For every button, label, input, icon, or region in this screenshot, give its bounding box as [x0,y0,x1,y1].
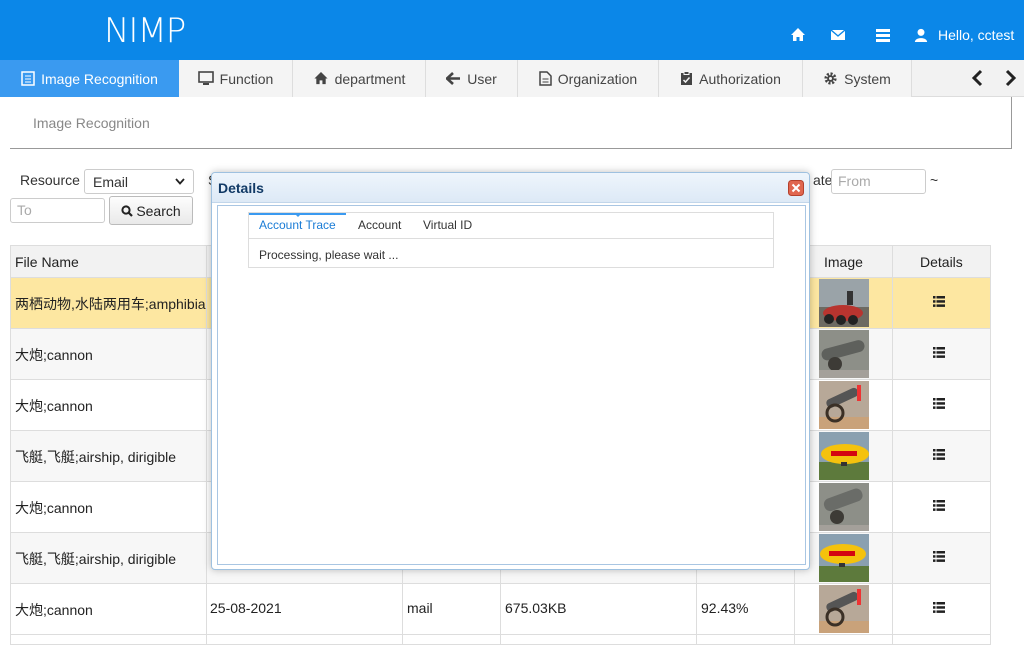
thumbnail-image[interactable] [819,330,869,378]
app-logo: NIMP [104,11,186,51]
file-name-cell: 大炮;cannon [15,602,93,618]
file-name-cell: 飞艇,飞艇;airship, dirigible [15,449,177,465]
arrow-left-icon [446,72,461,85]
tab-image-recognition[interactable]: Image Recognition [0,60,179,97]
search-button[interactable]: Search [109,196,193,225]
dialog-header[interactable]: Details [212,173,809,203]
tab-label: System [844,70,891,87]
file-name-cell: 飞艇,飞艇;airship, dirigible [15,551,177,567]
active-tab-caret [294,213,302,217]
close-icon[interactable] [788,180,804,196]
details-list-icon[interactable] [933,500,945,511]
tab-label: department [334,70,406,87]
resource-label: Resource [20,172,80,188]
greeting-text: Hello, cctest [938,27,1015,43]
file-icon [539,71,552,86]
file-name-cell: 大炮;cannon [15,347,93,363]
date-cell: 25-08-2021 [210,600,282,616]
tab-organization[interactable]: Organization [518,60,659,97]
thumbnail-image[interactable] [819,534,869,582]
details-list-icon[interactable] [933,551,945,562]
column-divider [10,245,11,645]
column-header-details: Details [920,254,963,270]
details-list-icon[interactable] [933,449,945,460]
column-divider [990,245,991,645]
resource-selected-value: Email [93,173,129,190]
mail-icon[interactable] [830,27,846,43]
dialog-title: Details [218,180,264,196]
date-range-separator: ~ [930,172,939,188]
thumbnail-image[interactable] [819,585,869,633]
details-tabs: Account Trace Account Virtual ID [249,213,773,239]
chevron-down-icon [175,178,185,185]
tab-account[interactable]: Account [358,218,401,232]
breadcrumb-container: Image Recognition [10,97,1012,149]
page-right-edge [1012,97,1024,645]
breadcrumb: Image Recognition [33,115,150,131]
tab-label: Authorization [699,70,781,87]
details-list-icon[interactable] [933,602,945,613]
processing-status: Processing, please wait ... [259,248,399,262]
tab-label: Image Recognition [41,70,158,87]
search-icon [121,204,134,217]
tab-label: Organization [557,70,638,87]
column-divider [206,245,207,645]
thumbnail-image[interactable] [819,483,869,531]
search-button-label: Search [136,202,181,219]
size-cell: 675.03KB [505,600,567,616]
thumbnail-image[interactable] [819,432,869,480]
file-name-cell: 两栖动物,水陆两用车;amphibia [15,296,206,312]
tab-label: Function [219,70,274,87]
home-icon[interactable] [790,27,806,43]
thumbnail-image[interactable] [819,279,869,327]
details-list-icon[interactable] [933,296,945,307]
column-header-image: Image [824,254,863,270]
column-header-file-name[interactable]: File Name [15,254,79,270]
date-from-input[interactable]: From [831,169,926,194]
score-cell: 92.43% [701,600,749,616]
user-greeting[interactable]: Hello, cctest [914,27,1014,43]
source-cell: mail [407,600,433,616]
user-icon [914,28,928,42]
resource-select[interactable]: Email [84,169,194,194]
list-icon[interactable] [875,27,891,43]
tab-user[interactable]: User [426,60,518,97]
chevron-left-icon[interactable] [970,69,986,87]
monitor-icon [197,71,214,85]
tab-label: User [467,70,497,87]
details-tab-panel: Account Trace Account Virtual ID Process… [248,212,774,268]
chevron-right-icon[interactable] [1002,69,1018,87]
tab-function[interactable]: Function [179,60,293,97]
details-list-icon[interactable] [933,347,945,358]
tab-department[interactable]: department [293,60,426,97]
clipboard-icon [681,71,693,85]
dialog-body: Account Trace Account Virtual ID Process… [217,205,806,565]
file-name-cell: 大炮;cannon [15,500,93,516]
date-label-partial: ate [813,172,833,188]
tab-authorization[interactable]: Authorization [659,60,803,97]
tab-virtual-id[interactable]: Virtual ID [423,218,472,232]
gear-icon [824,72,837,85]
document-icon [21,71,35,86]
tab-account-trace[interactable]: Account Trace [259,218,336,232]
column-divider [892,245,893,645]
details-list-icon[interactable] [933,398,945,409]
home-icon [314,71,328,85]
date-to-input[interactable]: To [10,198,105,223]
file-name-cell: 大炮;cannon [15,398,93,414]
main-nav: Image Recognition Function department Us… [0,60,1024,97]
thumbnail-image[interactable] [819,381,869,429]
details-dialog: Details Account Trace Account Virtual ID… [211,172,810,570]
app-header: NIMP Hello, cctest [0,0,1024,60]
tab-system[interactable]: System [803,60,912,97]
